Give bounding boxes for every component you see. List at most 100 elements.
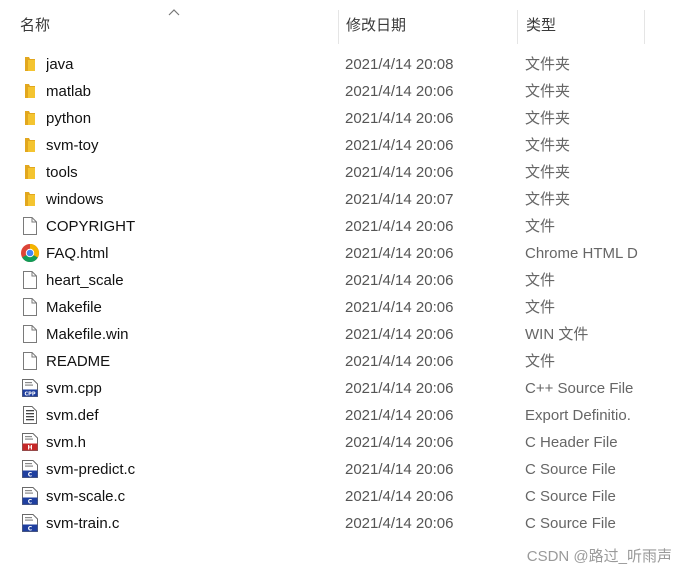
file-row[interactable]: heart_scale 2021/4/14 20:06 文件 <box>14 266 644 293</box>
file-row[interactable]: tools 2021/4/14 20:06 文件夹 <box>14 158 644 185</box>
file-type: 文件 <box>525 272 556 289</box>
file-type: WIN 文件 <box>525 326 589 343</box>
c-file-icon: C <box>20 459 40 479</box>
file-icon <box>20 270 40 290</box>
file-row[interactable]: windows 2021/4/14 20:07 文件夹 <box>14 185 644 212</box>
folder-icon <box>20 135 40 155</box>
cpp-badge: CPP <box>25 391 36 397</box>
file-type: 文件夹 <box>525 164 571 181</box>
file-row[interactable]: java 2021/4/14 20:08 文件夹 <box>14 50 644 77</box>
file-name: README <box>46 353 111 370</box>
file-date: 2021/4/14 20:06 <box>345 380 454 397</box>
file-row[interactable]: C svm-predict.c 2021/4/14 20:06 C Source… <box>14 455 644 482</box>
file-row[interactable]: svm-toy 2021/4/14 20:06 文件夹 <box>14 131 644 158</box>
file-date: 2021/4/14 20:06 <box>345 461 454 478</box>
file-row[interactable]: FAQ.html 2021/4/14 20:06 Chrome HTML D <box>14 239 644 266</box>
file-name: svm.h <box>46 434 87 451</box>
file-row[interactable]: Makefile.win 2021/4/14 20:06 WIN 文件 <box>14 320 644 347</box>
file-date: 2021/4/14 20:06 <box>345 83 454 100</box>
c-badge: C <box>28 526 33 533</box>
file-type: C Source File <box>525 515 616 532</box>
file-date: 2021/4/14 20:06 <box>345 434 454 451</box>
file-row[interactable]: COPYRIGHT 2021/4/14 20:06 文件 <box>14 212 644 239</box>
file-type: 文件 <box>525 299 556 316</box>
file-row[interactable]: C svm-train.c 2021/4/14 20:06 C Source F… <box>14 509 644 536</box>
folder-icon <box>20 81 40 101</box>
file-explorer: 名称 修改日期 类型 java 2021/4/14 20:08 文件夹 matl… <box>0 0 684 574</box>
file-date: 2021/4/14 20:06 <box>345 353 454 370</box>
file-row[interactable]: Makefile 2021/4/14 20:06 文件 <box>14 293 644 320</box>
c-file-icon: C <box>20 486 40 506</box>
c-file-icon: C <box>20 513 40 533</box>
file-type: C Header File <box>525 434 618 451</box>
c-badge: C <box>28 499 33 506</box>
cpp-file-icon: CPP <box>20 378 40 398</box>
file-name: tools <box>46 164 78 181</box>
file-date: 2021/4/14 20:07 <box>345 191 454 208</box>
file-type: C Source File <box>525 488 616 505</box>
file-name: svm.def <box>46 407 99 424</box>
details-header: 名称 修改日期 类型 <box>0 0 684 46</box>
file-name: svm-predict.c <box>46 461 136 478</box>
file-row[interactable]: svm.def 2021/4/14 20:06 Export Definitio… <box>14 401 644 428</box>
file-type: 文件 <box>525 218 556 235</box>
file-date: 2021/4/14 20:06 <box>345 488 454 505</box>
column-divider[interactable] <box>644 10 645 44</box>
file-name: COPYRIGHT <box>46 218 136 235</box>
file-date: 2021/4/14 20:06 <box>345 515 454 532</box>
file-icon <box>20 297 40 317</box>
file-name: svm-toy <box>46 137 99 154</box>
folder-icon <box>20 162 40 182</box>
folder-icon <box>20 54 40 74</box>
folder-icon <box>20 189 40 209</box>
file-row[interactable]: CPP svm.cpp 2021/4/14 20:06 C++ Source F… <box>14 374 644 401</box>
h-file-icon: H <box>20 432 40 452</box>
csdn-watermark: CSDN @路过_听雨声 <box>526 548 672 565</box>
file-name: windows <box>46 191 104 208</box>
file-type: C Source File <box>525 461 616 478</box>
file-type: 文件夹 <box>525 56 571 73</box>
file-row[interactable]: C svm-scale.c 2021/4/14 20:06 C Source F… <box>14 482 644 509</box>
column-header-type[interactable]: 类型 <box>518 0 644 46</box>
file-type: 文件夹 <box>525 137 571 154</box>
file-date: 2021/4/14 20:06 <box>345 245 454 262</box>
file-date: 2021/4/14 20:08 <box>345 56 454 73</box>
file-icon <box>20 351 40 371</box>
file-name: heart_scale <box>46 272 124 289</box>
file-date: 2021/4/14 20:06 <box>345 299 454 316</box>
def-file-icon <box>20 405 40 425</box>
file-type: Chrome HTML D <box>525 245 638 262</box>
file-name: svm-train.c <box>46 515 120 532</box>
file-date: 2021/4/14 20:06 <box>345 164 454 181</box>
column-header-date[interactable]: 修改日期 <box>338 0 518 46</box>
column-header-name[interactable]: 名称 <box>12 0 338 46</box>
folder-icon <box>20 108 40 128</box>
file-row[interactable]: matlab 2021/4/14 20:06 文件夹 <box>14 77 644 104</box>
file-name: Makefile.win <box>46 326 129 343</box>
file-row[interactable]: README 2021/4/14 20:06 文件 <box>14 347 644 374</box>
file-type: Export Definitio. <box>525 407 631 424</box>
file-icon <box>20 324 40 344</box>
file-row[interactable]: python 2021/4/14 20:06 文件夹 <box>14 104 644 131</box>
chrome-html-icon <box>20 243 40 263</box>
file-name: java <box>46 56 74 73</box>
file-date: 2021/4/14 20:06 <box>345 272 454 289</box>
c-badge: C <box>28 472 33 479</box>
file-row[interactable]: H svm.h 2021/4/14 20:06 C Header File <box>14 428 644 455</box>
file-icon <box>20 216 40 236</box>
file-name: matlab <box>46 83 92 100</box>
file-date: 2021/4/14 20:06 <box>345 110 454 127</box>
file-name: Makefile <box>46 299 102 316</box>
file-date: 2021/4/14 20:06 <box>345 407 454 424</box>
file-date: 2021/4/14 20:06 <box>345 326 454 343</box>
file-name: FAQ.html <box>46 245 109 262</box>
file-type: C++ Source File <box>525 380 634 397</box>
file-date: 2021/4/14 20:06 <box>345 218 454 235</box>
file-type: 文件夹 <box>525 191 571 208</box>
file-name: svm-scale.c <box>46 488 126 505</box>
file-type: 文件夹 <box>525 83 571 100</box>
file-type: 文件夹 <box>525 110 571 127</box>
file-name: svm.cpp <box>46 380 102 397</box>
file-type: 文件 <box>525 353 556 370</box>
file-date: 2021/4/14 20:06 <box>345 137 454 154</box>
